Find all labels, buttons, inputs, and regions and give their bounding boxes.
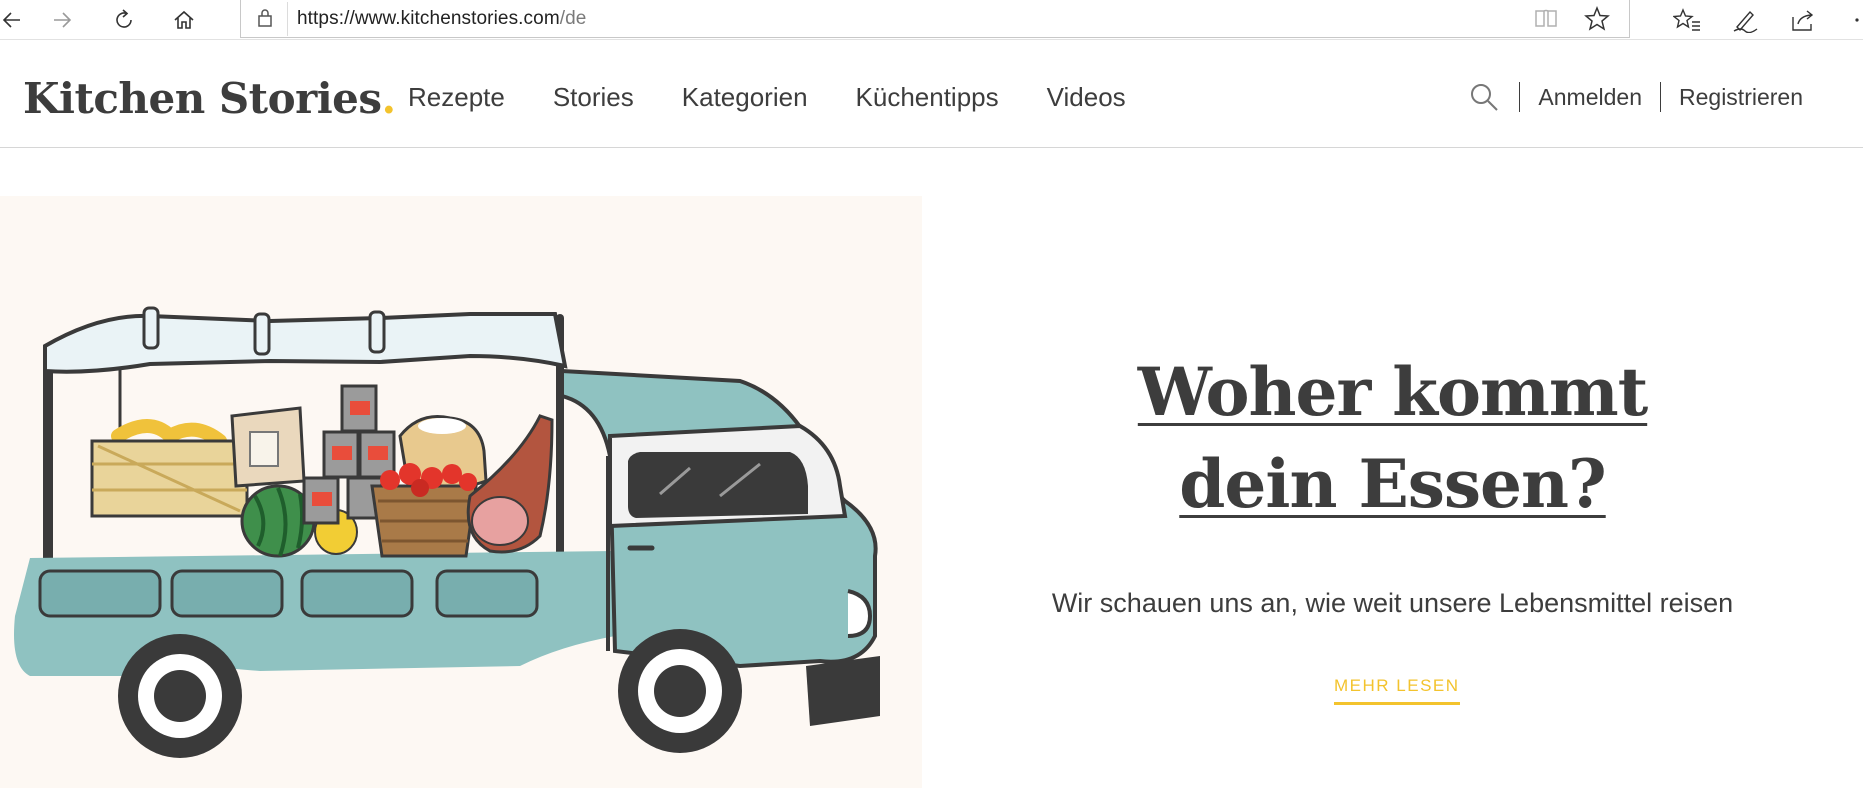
favorite-star-icon[interactable] [1583, 5, 1611, 36]
more-icon[interactable] [1840, 4, 1863, 36]
read-more-link[interactable]: MEHR LESEN [1334, 676, 1460, 705]
logo-text: Kitchen Stories [23, 74, 382, 123]
hero-teaser: Woher kommt dein Essen? Wir schauen uns … [922, 196, 1863, 788]
url-host: https://www.kitchenstories.com [297, 8, 560, 29]
url-text[interactable]: https://www.kitchenstories.com/de [297, 8, 586, 30]
food-truck-illustration [14, 306, 880, 758]
forward-icon[interactable] [48, 4, 80, 36]
url-path: /de [559, 8, 587, 29]
register-link[interactable]: Registrieren [1679, 84, 1803, 111]
account-area: Anmelden Registrieren [1467, 80, 1803, 114]
nav-kuechentipps[interactable]: Küchentipps [856, 82, 999, 113]
header-divider [1519, 82, 1521, 112]
favorites-list-icon[interactable] [1670, 4, 1704, 36]
home-icon[interactable] [168, 4, 200, 36]
kitchen-stories-logo[interactable]: Kitchen Stories. [23, 74, 396, 123]
login-link[interactable]: Anmelden [1538, 84, 1642, 111]
nav-rezepte[interactable]: Rezepte [408, 82, 505, 113]
nav-kategorien[interactable]: Kategorien [682, 82, 808, 113]
main-nav: Rezepte Stories Kategorien Küchentipps V… [408, 82, 1174, 113]
search-icon[interactable] [1467, 80, 1501, 114]
nav-videos[interactable]: Videos [1047, 82, 1126, 113]
browser-toolbar: https://www.kitchenstories.com/de [0, 0, 1863, 40]
hero-illustration[interactable] [0, 196, 922, 788]
logo-dot: . [381, 74, 397, 123]
hero-title: Woher kommt dein Essen? [922, 346, 1863, 530]
reading-view-icon[interactable] [1533, 6, 1559, 35]
site-header: Kitchen Stories. Rezepte Stories Kategor… [0, 40, 1863, 148]
header-divider [1660, 82, 1661, 112]
hero-title-link[interactable]: Woher kommt dein Essen? [1053, 346, 1733, 530]
lock-icon [255, 7, 275, 34]
share-icon[interactable] [1786, 4, 1820, 36]
back-icon[interactable] [0, 4, 26, 36]
hero-subtitle: Wir schauen uns an, wie weit unsere Lebe… [1051, 588, 1734, 618]
refresh-icon[interactable] [108, 4, 140, 36]
address-divider [287, 2, 288, 36]
address-bar[interactable]: https://www.kitchenstories.com/de [240, 0, 1630, 38]
pen-icon[interactable] [1728, 4, 1762, 36]
nav-stories[interactable]: Stories [553, 82, 634, 113]
